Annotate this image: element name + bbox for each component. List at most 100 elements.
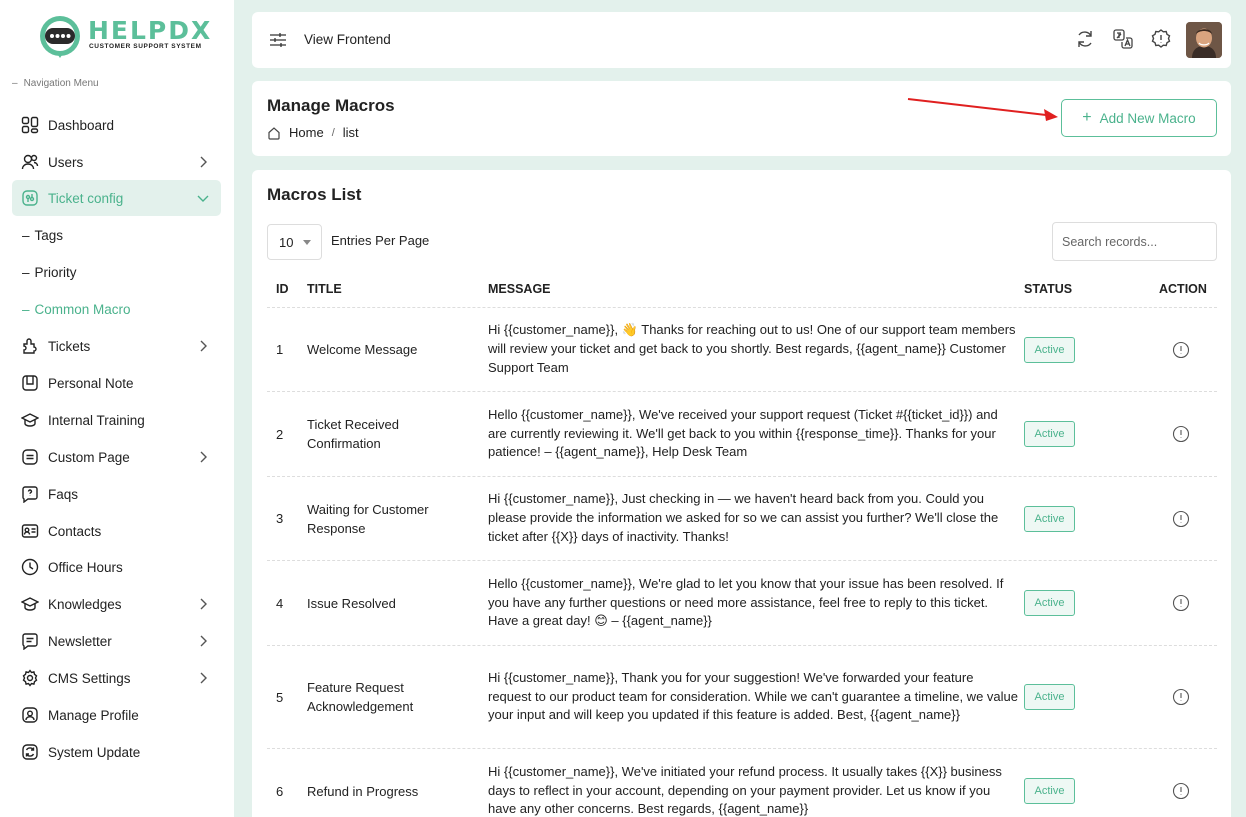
table-header: ID TITLE MESSAGE STATUS ACTION	[267, 272, 1217, 308]
status-badge: Active	[1024, 336, 1075, 363]
row-id: 5	[276, 689, 284, 705]
sidebar-item-label: System Update	[48, 744, 141, 760]
table-row: 5 Feature Request Acknowledgement Hi {{c…	[267, 646, 1217, 749]
sidebar-item-system-update[interactable]: System Update	[12, 734, 221, 770]
sidebar-subitem-common-macro[interactable]: Common Macro	[22, 294, 131, 324]
status-badge: Active	[1024, 421, 1075, 447]
sidebar-item-label: Common Macro	[34, 301, 131, 317]
breadcrumb-current: list	[342, 125, 359, 140]
search-input[interactable]	[1052, 222, 1217, 261]
chevron-down-icon	[197, 195, 209, 202]
view-frontend-link[interactable]: View Frontend	[304, 32, 391, 47]
sidebar-item-personal-note[interactable]: Personal Note	[12, 365, 221, 401]
entries-per-page-select[interactable]: 10	[267, 224, 322, 260]
column-header-message: MESSAGE	[488, 282, 551, 296]
home-icon	[268, 126, 280, 140]
translate-icon[interactable]	[1112, 28, 1134, 50]
sidebar-item-label: Ticket config	[48, 190, 124, 206]
status-badge: Active	[1024, 590, 1075, 616]
training-icon	[20, 410, 40, 430]
brand-tagline: CUSTOMER SUPPORT SYSTEM	[89, 43, 202, 50]
add-new-macro-label: Add New Macro	[1099, 110, 1196, 126]
profile-icon	[20, 705, 40, 725]
row-title: Waiting for Customer Response	[307, 501, 429, 536]
column-header-action: ACTION	[1159, 282, 1207, 296]
breadcrumb-home[interactable]: Home	[289, 125, 324, 140]
row-title: Feature Request Acknowledgement	[307, 680, 414, 714]
macros-list-card: Macros List 10 Entries Per Page ID TITLE…	[252, 170, 1231, 817]
settings-icon	[20, 668, 40, 688]
sidebar-item-internal-training[interactable]: Internal Training	[12, 402, 221, 438]
sidebar-item-label: Faqs	[48, 486, 79, 502]
add-new-macro-button[interactable]: + Add New Macro	[1061, 99, 1217, 137]
alert-icon[interactable]	[1150, 28, 1172, 50]
update-icon	[20, 742, 40, 762]
table-row: 6 Refund in Progress Hi {{customer_name}…	[267, 749, 1217, 817]
tickets-icon	[20, 336, 40, 356]
sidebar-item-newsletter[interactable]: Newsletter	[12, 623, 221, 659]
sidebar-item-dashboard[interactable]: Dashboard	[12, 107, 221, 143]
sidebar-item-cms-settings[interactable]: CMS Settings	[12, 660, 221, 696]
info-action-icon[interactable]	[1172, 341, 1190, 359]
refresh-icon[interactable]	[1074, 28, 1096, 50]
sidebar-item-faqs[interactable]: Faqs	[12, 476, 221, 512]
sidebar-item-label: Office Hours	[48, 559, 123, 575]
headset-logo-icon	[40, 16, 80, 58]
sidebar-item-label: Knowledges	[48, 596, 122, 612]
chevron-right-icon	[200, 598, 207, 610]
sidebar-item-custom-page[interactable]: Custom Page	[12, 439, 221, 475]
sidebar-item-ticket-config[interactable]: Ticket config	[12, 180, 221, 216]
row-id: 2	[276, 426, 284, 442]
breadcrumb-separator: /	[331, 126, 335, 139]
breadcrumb: Home / list	[267, 125, 359, 140]
row-title: Welcome Message	[307, 342, 418, 357]
brand-logo[interactable]: HELPDX CUSTOMER SUPPORT SYSTEM	[36, 14, 210, 60]
column-header-title: TITLE	[307, 282, 342, 296]
table-row: 2 Ticket Received Confirmation Hello {{c…	[267, 392, 1217, 477]
row-id: 1	[276, 342, 284, 357]
sidebar-item-label: Priority	[34, 264, 77, 280]
status-badge: Active	[1024, 684, 1075, 710]
knowledge-icon	[20, 594, 40, 614]
annotation-arrow-icon	[907, 98, 1058, 121]
sidebar: HELPDX CUSTOMER SUPPORT SYSTEM Navigatio…	[0, 0, 234, 817]
table-row: 4 Issue Resolved Hello {{customer_name}}…	[267, 561, 1217, 646]
row-title: Issue Resolved	[307, 595, 396, 611]
sidebar-item-users[interactable]: Users	[12, 144, 221, 180]
sidebar-item-tickets[interactable]: Tickets	[12, 328, 221, 364]
avatar[interactable]	[1186, 22, 1222, 58]
dashboard-icon	[20, 115, 40, 135]
custom-page-icon	[20, 447, 40, 467]
row-message: Hi {{customer_name}}, Thank you for your…	[488, 669, 1018, 723]
nav-section-title: Navigation Menu	[12, 78, 99, 89]
sidebar-item-label: Dashboard	[48, 117, 115, 133]
chevron-right-icon	[200, 156, 207, 168]
sidebar-subitem-priority[interactable]: Priority	[22, 257, 77, 287]
chevron-right-icon	[200, 672, 207, 684]
page-header: Manage Macros Home / list + Add New Macr…	[252, 81, 1231, 156]
table-row: 1 Welcome Message Hi {{customer_name}}, …	[267, 308, 1217, 392]
sidebar-item-label: Manage Profile	[48, 707, 139, 723]
info-action-icon[interactable]	[1172, 782, 1190, 800]
sidebar-item-office-hours[interactable]: Office Hours	[12, 549, 221, 585]
column-header-id: ID	[276, 282, 289, 296]
status-badge: Active	[1024, 778, 1075, 804]
row-id: 3	[276, 511, 284, 526]
sidebar-item-knowledges[interactable]: Knowledges	[12, 586, 221, 622]
sidebar-item-contacts[interactable]: Contacts	[12, 513, 221, 549]
chevron-right-icon	[200, 451, 207, 463]
sidebar-subitem-tags[interactable]: Tags	[22, 220, 64, 250]
clock-icon	[20, 557, 40, 577]
info-action-icon[interactable]	[1172, 510, 1190, 528]
info-action-icon[interactable]	[1172, 594, 1190, 612]
row-message: Hi {{customer_name}}, We've initiated yo…	[488, 763, 1002, 817]
sidebar-item-manage-profile[interactable]: Manage Profile	[12, 697, 221, 733]
sliders-menu-icon[interactable]	[269, 31, 287, 49]
sidebar-item-label: Users	[48, 154, 84, 170]
info-action-icon[interactable]	[1172, 688, 1190, 706]
status-badge: Active	[1024, 505, 1075, 532]
sidebar-item-label: Tickets	[48, 338, 91, 354]
sidebar-item-label: Custom Page	[48, 449, 130, 465]
row-message: Hi {{customer_name}}, 👋 Thanks for reach…	[488, 322, 1016, 375]
info-action-icon[interactable]	[1172, 425, 1190, 443]
